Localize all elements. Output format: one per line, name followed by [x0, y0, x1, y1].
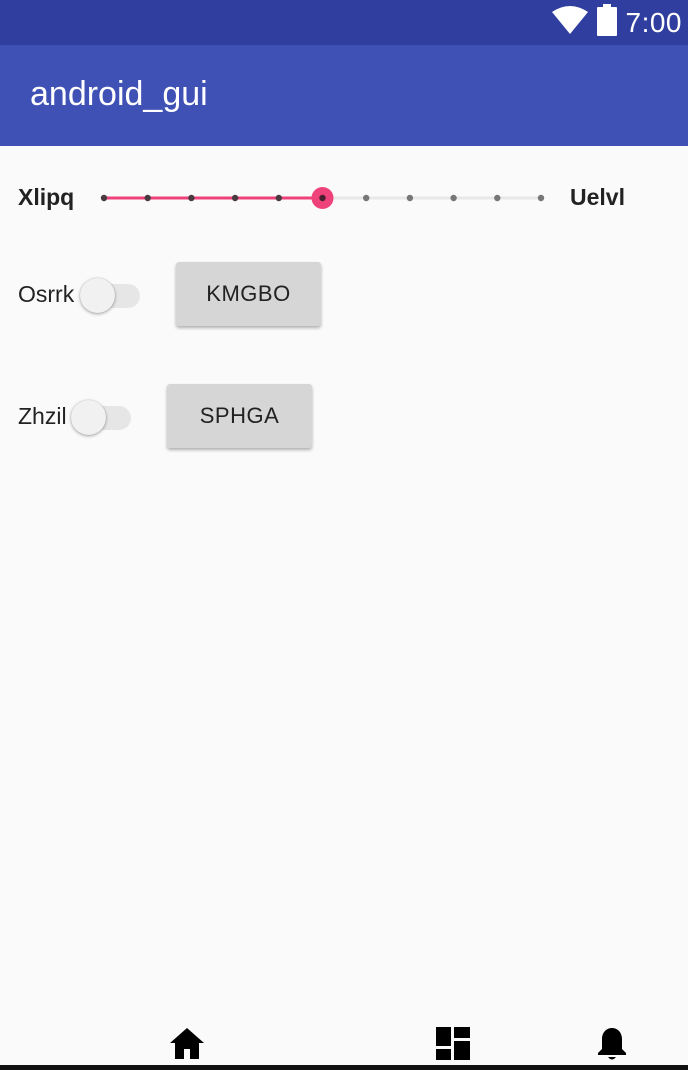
switch-thumb — [80, 278, 115, 313]
slider-tick — [450, 194, 457, 202]
slider-tick — [537, 194, 545, 202]
home-icon[interactable] — [169, 1026, 205, 1065]
slider-tick — [275, 194, 282, 202]
status-time: 7:00 — [625, 6, 682, 38]
slider-tick — [494, 194, 501, 202]
slider-end-label: Uelvl — [570, 184, 625, 210]
nav-bar-edge — [0, 1065, 688, 1070]
app-bar: android_gui — [0, 45, 688, 146]
sphga-button[interactable]: SPHGA — [167, 384, 312, 448]
zhzil-switch[interactable] — [71, 397, 133, 435]
status-bar: 7:00 — [0, 0, 688, 45]
slider-tick — [144, 194, 151, 202]
wifi-icon — [551, 6, 588, 39]
notifications-icon[interactable] — [596, 1026, 628, 1067]
status-icons: 7:00 — [551, 0, 683, 45]
slider-start-label: Xlipq — [18, 184, 75, 210]
slider-tick — [100, 194, 108, 202]
kmgbo-button[interactable]: KMGBO — [176, 262, 321, 326]
osrrk-switch[interactable] — [80, 275, 142, 313]
dashboard-icon[interactable] — [436, 1027, 470, 1065]
slider-tick — [363, 194, 370, 202]
discrete-slider[interactable] — [98, 180, 550, 216]
slider-tick — [406, 194, 414, 202]
slider-thumb-dot — [319, 194, 326, 202]
app-title: android_gui — [30, 75, 208, 113]
switch-label-zhzil: Zhzil — [18, 403, 67, 429]
switch-label-osrrk: Osrrk — [18, 281, 75, 307]
slider-tick — [188, 194, 195, 202]
slider-tick — [231, 194, 239, 202]
battery-icon — [596, 4, 618, 41]
switch-thumb — [71, 400, 106, 435]
